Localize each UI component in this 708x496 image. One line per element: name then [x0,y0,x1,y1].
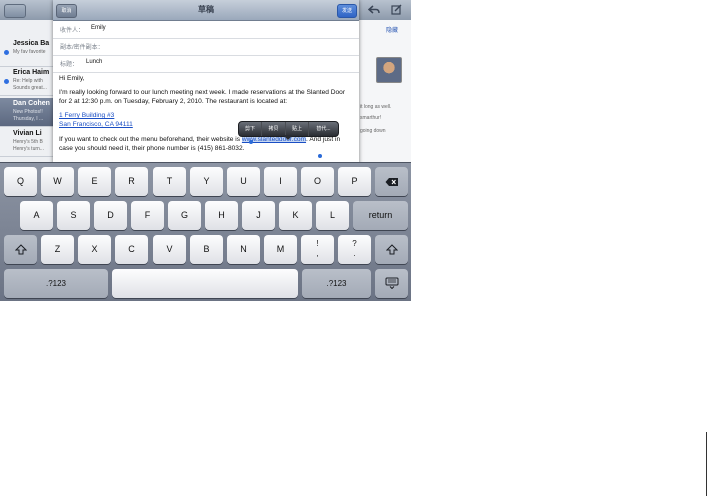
space-key[interactable] [112,269,298,298]
hide-keyboard-icon [385,277,398,290]
shift-key-right[interactable] [375,235,408,264]
delete-icon [385,178,398,186]
key-b[interactable]: B [190,235,223,264]
subject-label: 标题： [60,62,79,68]
key-question-period[interactable]: ? . [338,235,371,264]
menu-item-paste[interactable]: 贴上 [286,122,309,136]
shift-icon [385,244,398,255]
list-item[interactable]: Erica Haim Re: Help with Sounds great... [0,67,53,96]
key-n[interactable]: N [227,235,260,264]
to-label: 收件人： [60,28,85,34]
key-v[interactable]: V [153,235,186,264]
key-d[interactable]: D [94,201,127,230]
numbers-key-right[interactable]: .?123 [302,269,371,298]
key-p[interactable]: P [338,167,371,196]
detail-text: smarthur! [360,115,382,121]
key-e[interactable]: E [78,167,111,196]
message-preview: Thursday, I ... [13,116,44,122]
key-s[interactable]: S [57,201,90,230]
compose-icon[interactable] [391,4,402,15]
key-f[interactable]: F [131,201,164,230]
subject-field[interactable]: 标题： Lunch [53,54,359,73]
message-body[interactable]: Hi Emily, I'm really looking forward to … [59,74,353,153]
key-q[interactable]: Q [4,167,37,196]
key-g[interactable]: G [168,201,201,230]
menu-item-cut[interactable]: 剪下 [239,122,262,136]
key-z[interactable]: Z [41,235,74,264]
key-k[interactable]: K [279,201,312,230]
key-bottom-symbol: . [353,249,356,258]
key-a[interactable]: A [20,201,53,230]
list-item[interactable]: Jessica Ba My fav favorite [0,38,53,67]
message-preview: Re: Help with [13,78,43,84]
cancel-button[interactable]: 取消 [56,4,77,18]
return-key[interactable]: return [353,201,408,230]
menu-item-replace[interactable]: 替代... [309,122,338,136]
compose-sheet: 取消 草稿 发送 收件人： Emily 副本/密件副本： 标题： Lunch H… [53,0,359,165]
menu-item-copy[interactable]: 拷贝 [262,122,286,136]
key-x[interactable]: X [78,235,111,264]
key-j[interactable]: J [242,201,275,230]
shift-key-left[interactable] [4,235,37,264]
key-y[interactable]: Y [190,167,223,196]
detail-text: it long as well. [360,104,392,110]
list-item-selected[interactable]: Dan Cohen New Photos!! Thursday, I ... [0,98,53,127]
message-detail-pane: 隐藏 smarthur! it long as well. going down [358,20,411,170]
address-link[interactable]: 1 Ferry Building #3 [59,112,114,119]
numbers-key-left[interactable]: .?123 [4,269,108,298]
unread-dot [4,79,9,84]
key-bottom-symbol: , [316,249,319,258]
hide-keyboard-key[interactable] [375,269,408,298]
send-button[interactable]: 发送 [337,4,357,18]
key-top-symbol: ! [316,239,319,248]
key-top-symbol: ? [352,239,357,248]
address-link[interactable]: San Francisco, CA 94111 [59,121,133,128]
sender-name: Vivian Li [13,130,42,137]
message-preview: Henry's 5th B [13,139,43,145]
paragraph-2-text: If you want to check out the menu before… [59,136,242,143]
sender-name: Jessica Ba [13,40,50,47]
key-w[interactable]: W [41,167,74,196]
key-l[interactable]: L [316,201,349,230]
delete-key[interactable] [375,167,408,196]
key-c[interactable]: C [115,235,148,264]
key-o[interactable]: O [301,167,334,196]
reply-icon[interactable] [368,4,380,15]
message-list: Jessica Ba My fav favorite Erica Haim Re… [0,20,53,170]
message-preview: Sounds great... [13,85,47,91]
ipad-screen: Jessica Ba My fav favorite Erica Haim Re… [0,0,411,301]
message-preview: Henry's turn... [13,146,44,152]
unread-dot [4,50,9,55]
edit-menu-arrow [283,135,293,140]
list-item[interactable]: Vivian Li Henry's 5th B Henry's turn... [0,128,53,157]
paragraph-1: I'm really looking forward to our lunch … [59,89,346,105]
hide-link[interactable]: 隐藏 [386,25,398,34]
detail-text: going down [360,128,386,134]
compose-title: 草稿 [198,5,214,14]
key-h[interactable]: H [205,201,238,230]
cc-label: 副本/密件副本： [60,45,104,51]
key-m[interactable]: M [264,235,297,264]
key-u[interactable]: U [227,167,260,196]
key-exclamation-comma[interactable]: ! , [301,235,334,264]
shift-icon [14,244,27,255]
key-r[interactable]: R [115,167,148,196]
sender-name: Erica Haim [13,69,50,76]
selection-end-handle[interactable] [318,154,322,158]
subject-value[interactable]: Lunch [86,59,102,65]
message-preview: My fav favorite [13,49,46,55]
key-i[interactable]: I [264,167,297,196]
avatar [376,57,402,83]
to-value[interactable]: Emily [91,25,106,31]
page-margin-rule [706,432,707,496]
back-button[interactable] [4,4,26,18]
selection-start-handle[interactable] [249,140,253,144]
message-preview: New Photos!! [13,109,43,115]
greeting: Hi Emily, [59,75,85,82]
key-t[interactable]: T [153,167,186,196]
onscreen-keyboard: Q W E R T Y U I O P A S D F G H J K L re… [0,162,411,301]
sender-name: Dan Cohen [13,100,50,107]
compose-toolbar: 取消 草稿 发送 [53,0,359,21]
